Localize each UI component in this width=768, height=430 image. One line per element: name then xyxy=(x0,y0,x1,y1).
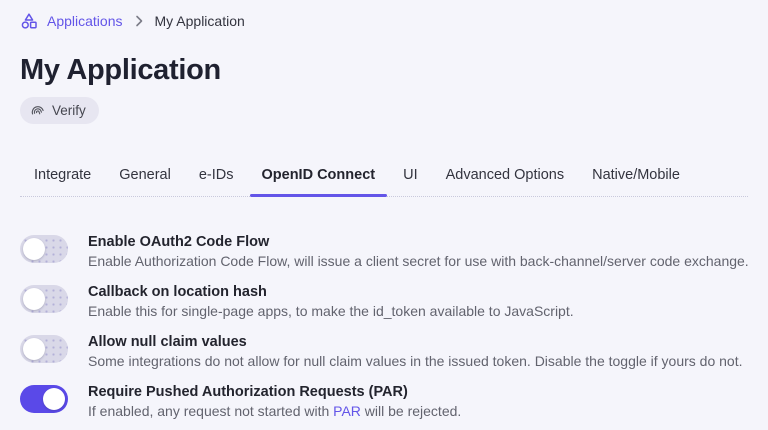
tab-native-mobile[interactable]: Native/Mobile xyxy=(578,167,694,196)
tab-openid-connect[interactable]: OpenID Connect xyxy=(248,167,390,197)
setting-description: Enable this for single-page apps, to mak… xyxy=(88,303,574,319)
breadcrumb-link-applications[interactable]: Applications xyxy=(47,13,123,29)
setting-title: Callback on location hash xyxy=(88,284,267,300)
par-link[interactable]: PAR xyxy=(333,403,361,419)
tab-ui[interactable]: UI xyxy=(389,167,432,196)
setting-title: Require Pushed Authorization Requests (P… xyxy=(88,384,408,400)
setting-description: Enable Authorization Code Flow, will iss… xyxy=(88,253,749,269)
tab-e-ids[interactable]: e-IDs xyxy=(185,167,248,196)
toggle-knob xyxy=(43,388,65,410)
setting-text: Callback on location hash Enable this fo… xyxy=(88,283,574,321)
tab-general[interactable]: General xyxy=(105,167,185,196)
toggle-knob xyxy=(23,288,45,310)
openid-connect-settings: Enable OAuth2 Code Flow Enable Authoriza… xyxy=(20,233,749,421)
verify-button-label: Verify xyxy=(52,103,86,118)
setting-row-require-par: Require Pushed Authorization Requests (P… xyxy=(20,383,748,421)
setting-row-oauth2-code-flow: Enable OAuth2 Code Flow Enable Authoriza… xyxy=(20,233,749,271)
tab-bar: Integrate General e-IDs OpenID Connect U… xyxy=(20,167,748,197)
application-detail-page: Applications My Application My Applicati… xyxy=(0,0,768,421)
setting-row-callback-location-hash: Callback on location hash Enable this fo… xyxy=(20,283,748,321)
shapes-icon xyxy=(20,12,38,30)
setting-description: If enabled, any request not started with… xyxy=(88,402,461,421)
setting-text: Allow null claim values Some integration… xyxy=(88,333,742,371)
require-par-toggle[interactable] xyxy=(20,385,68,413)
oauth2-code-flow-toggle[interactable] xyxy=(20,235,68,263)
tab-integrate[interactable]: Integrate xyxy=(20,167,105,196)
toggle-knob xyxy=(23,238,45,260)
description-suffix: will be rejected. xyxy=(360,403,462,419)
setting-text: Require Pushed Authorization Requests (P… xyxy=(88,383,461,421)
setting-title: Allow null claim values xyxy=(88,334,247,350)
setting-text: Enable OAuth2 Code Flow Enable Authoriza… xyxy=(88,233,749,271)
chevron-right-icon xyxy=(132,14,146,28)
setting-row-null-claim-values: Allow null claim values Some integration… xyxy=(20,333,748,371)
breadcrumb-current: My Application xyxy=(154,13,245,29)
toggle-knob xyxy=(23,338,45,360)
fingerprint-icon xyxy=(29,102,46,119)
verify-button[interactable]: Verify xyxy=(20,97,99,124)
null-claim-values-toggle[interactable] xyxy=(20,335,68,363)
callback-location-hash-toggle[interactable] xyxy=(20,285,68,313)
tab-advanced-options[interactable]: Advanced Options xyxy=(432,167,579,196)
setting-title: Enable OAuth2 Code Flow xyxy=(88,234,270,250)
setting-description: Some integrations do not allow for null … xyxy=(88,353,743,369)
page-title: My Application xyxy=(20,54,221,86)
breadcrumb: Applications My Application xyxy=(20,12,748,30)
description-prefix: If enabled, any request not started with xyxy=(88,403,334,419)
